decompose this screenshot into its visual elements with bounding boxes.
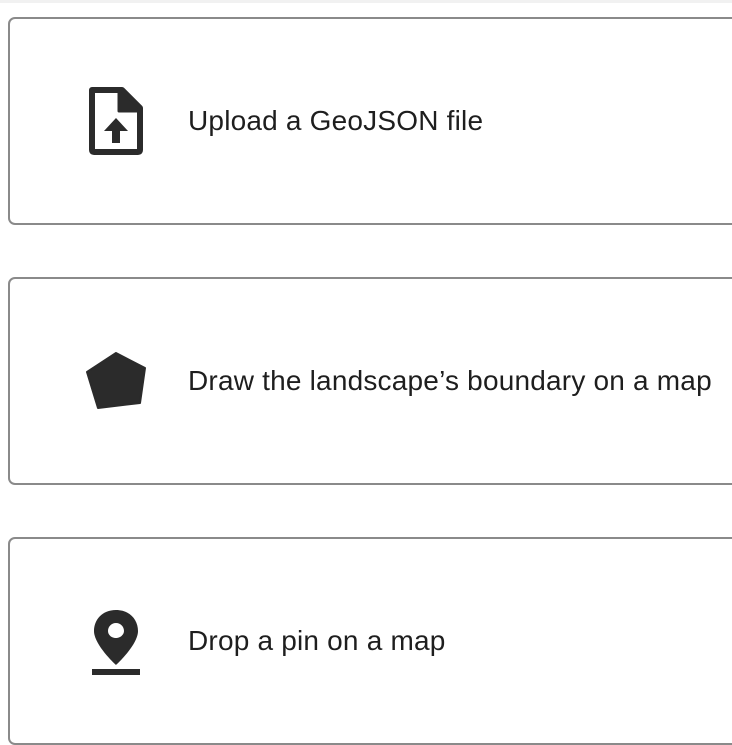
upload-file-icon (84, 87, 148, 155)
drop-pin-option[interactable]: Drop a pin on a map (8, 537, 732, 745)
option-label: Upload a GeoJSON file (188, 105, 484, 136)
pentagon-icon (84, 349, 148, 413)
upload-geojson-option[interactable]: Upload a GeoJSON file (8, 17, 732, 225)
option-label: Draw the landscape’s boundary on a map (188, 365, 712, 396)
option-label: Drop a pin on a map (188, 625, 446, 656)
draw-boundary-option[interactable]: Draw the landscape’s boundary on a map (8, 277, 732, 485)
top-strip (0, 0, 732, 3)
map-pin-icon (84, 609, 148, 675)
